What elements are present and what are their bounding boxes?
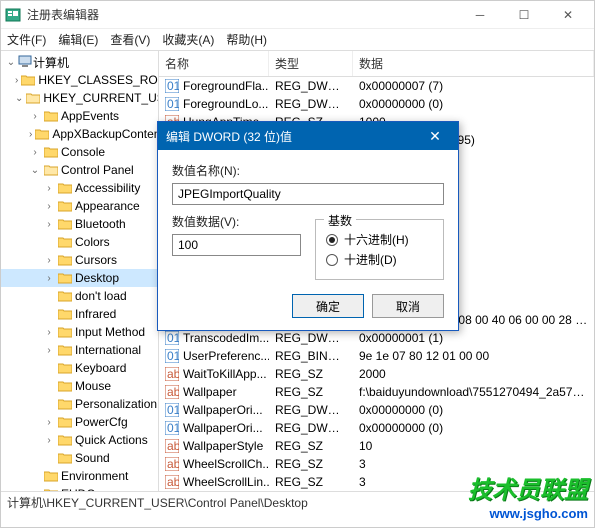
- radio-dec[interactable]: 十进制(D): [326, 251, 433, 268]
- value-data-label: 数值数据(V):: [172, 213, 301, 230]
- tree-item[interactable]: ›EUDC: [1, 485, 158, 491]
- dialog-titlebar[interactable]: 编辑 DWORD (32 位)值 ✕: [158, 122, 458, 150]
- tree-hkcu[interactable]: ⌄HKEY_CURRENT_USER: [1, 89, 158, 107]
- value-icon: 011: [165, 79, 179, 93]
- svg-text:011: 011: [167, 79, 179, 93]
- value-name-label: 数值名称(N):: [172, 162, 444, 179]
- window-title: 注册表编辑器: [27, 6, 458, 23]
- folder-open-icon: [26, 92, 40, 104]
- tree-desktop[interactable]: ›Desktop: [1, 269, 158, 287]
- computer-icon: [17, 53, 33, 72]
- tree-panel[interactable]: ⌄计算机 ›HKEY_CLASSES_ROOT ⌄HKEY_CURRENT_US…: [1, 51, 159, 491]
- tree-item[interactable]: ›Console: [1, 143, 158, 161]
- status-path: 计算机\HKEY_CURRENT_USER\Control Panel\Desk…: [7, 494, 308, 511]
- value-icon: ab: [165, 439, 179, 453]
- table-row[interactable]: abWaitToKillApp...REG_SZ2000: [159, 365, 594, 383]
- value-icon: ab: [165, 475, 179, 489]
- table-row[interactable]: 011ForegroundLo...REG_DWORD0x00000000 (0…: [159, 95, 594, 113]
- tree-item[interactable]: Mouse: [1, 377, 158, 395]
- value-icon: ab: [165, 457, 179, 471]
- tree-item[interactable]: ›AppXBackupConten: [1, 125, 158, 143]
- value-icon: 011: [165, 403, 179, 417]
- close-button[interactable]: ✕: [546, 1, 590, 29]
- value-icon: ab: [165, 367, 179, 381]
- svg-text:ab: ab: [167, 475, 179, 489]
- table-row[interactable]: 011WallpaperOri...REG_DWORD0x00000000 (0…: [159, 401, 594, 419]
- edit-dword-dialog: 编辑 DWORD (32 位)值 ✕ 数值名称(N): 数值数据(V): 基数 …: [157, 121, 459, 331]
- ok-button[interactable]: 确定: [292, 294, 364, 318]
- tree-item[interactable]: ›Input Method: [1, 323, 158, 341]
- tree-item[interactable]: Infrared: [1, 305, 158, 323]
- svg-text:ab: ab: [167, 457, 179, 471]
- app-icon: [5, 7, 21, 23]
- tree-item[interactable]: Sound: [1, 449, 158, 467]
- tree-item[interactable]: ›Cursors: [1, 251, 158, 269]
- tree-item[interactable]: ›AppEvents: [1, 107, 158, 125]
- radio-hex[interactable]: 十六进制(H): [326, 231, 433, 248]
- dialog-close-button[interactable]: ✕: [420, 128, 450, 145]
- menu-edit[interactable]: 编辑(E): [58, 31, 98, 48]
- svg-text:ab: ab: [167, 439, 179, 453]
- tree-item[interactable]: Environment: [1, 467, 158, 485]
- title-bar: 注册表编辑器 ─ ☐ ✕: [1, 1, 594, 29]
- menu-favorites[interactable]: 收藏夹(A): [162, 31, 214, 48]
- menu-file[interactable]: 文件(F): [7, 31, 46, 48]
- tree-item[interactable]: don't load: [1, 287, 158, 305]
- svg-text:ab: ab: [167, 385, 179, 399]
- tree-item[interactable]: Personalization: [1, 395, 158, 413]
- radio-icon: [326, 234, 338, 246]
- menu-bar: 文件(F) 编辑(E) 查看(V) 收藏夹(A) 帮助(H): [1, 29, 594, 51]
- value-icon: 011: [165, 331, 179, 345]
- svg-text:011: 011: [167, 349, 179, 363]
- svg-text:011: 011: [167, 97, 179, 111]
- tree-item[interactable]: ⌄Control Panel: [1, 161, 158, 179]
- tree-item[interactable]: ›Bluetooth: [1, 215, 158, 233]
- tree-item[interactable]: ›Appearance: [1, 197, 158, 215]
- tree-hkcr[interactable]: ›HKEY_CLASSES_ROOT: [1, 71, 158, 89]
- value-name-input[interactable]: [172, 183, 444, 205]
- table-row[interactable]: 011WallpaperOri...REG_DWORD0x00000000 (0…: [159, 419, 594, 437]
- table-row[interactable]: 011TranscodedIm...REG_DWORD0x00000001 (1…: [159, 329, 594, 347]
- table-row[interactable]: abWallpaperREG_SZf:\baiduyundownload\755…: [159, 383, 594, 401]
- tree-item[interactable]: Colors: [1, 233, 158, 251]
- radio-icon: [326, 254, 338, 266]
- col-name[interactable]: 名称: [159, 51, 269, 76]
- maximize-button[interactable]: ☐: [502, 1, 546, 29]
- base-legend: 基数: [324, 212, 356, 229]
- col-type[interactable]: 类型: [269, 51, 353, 76]
- minimize-button[interactable]: ─: [458, 1, 502, 29]
- table-row[interactable]: 011ForegroundFla...REG_DWORD0x00000007 (…: [159, 77, 594, 95]
- col-data[interactable]: 数据: [353, 51, 594, 76]
- cancel-button[interactable]: 取消: [372, 294, 444, 318]
- table-row[interactable]: 011UserPreferenc...REG_BINARY9e 1e 07 80…: [159, 347, 594, 365]
- svg-text:ab: ab: [167, 367, 179, 381]
- value-icon: ab: [165, 385, 179, 399]
- value-icon: 011: [165, 97, 179, 111]
- tree-item[interactable]: ›Quick Actions: [1, 431, 158, 449]
- tree-item[interactable]: ›International: [1, 341, 158, 359]
- list-header: 名称 类型 数据: [159, 51, 594, 77]
- folder-icon: [21, 74, 35, 86]
- table-row[interactable]: abWallpaperStyleREG_SZ10: [159, 437, 594, 455]
- menu-help[interactable]: 帮助(H): [226, 31, 267, 48]
- tree-item[interactable]: Keyboard: [1, 359, 158, 377]
- dialog-title: 编辑 DWORD (32 位)值: [166, 128, 420, 145]
- table-row[interactable]: abWheelScrollCh...REG_SZ3: [159, 455, 594, 473]
- base-fieldset: 基数 十六进制(H) 十进制(D): [315, 219, 444, 280]
- status-bar: 计算机\HKEY_CURRENT_USER\Control Panel\Desk…: [1, 491, 594, 513]
- svg-text:011: 011: [167, 421, 179, 435]
- tree-root[interactable]: ⌄计算机: [1, 53, 158, 71]
- value-data-input[interactable]: [172, 234, 301, 256]
- menu-view[interactable]: 查看(V): [110, 31, 150, 48]
- tree-item[interactable]: ›PowerCfg: [1, 413, 158, 431]
- value-icon: 011: [165, 349, 179, 363]
- svg-text:011: 011: [167, 403, 179, 417]
- svg-text:011: 011: [167, 331, 179, 345]
- value-icon: 011: [165, 421, 179, 435]
- tree-item[interactable]: ›Accessibility: [1, 179, 158, 197]
- table-row[interactable]: abWheelScrollLin...REG_SZ3: [159, 473, 594, 491]
